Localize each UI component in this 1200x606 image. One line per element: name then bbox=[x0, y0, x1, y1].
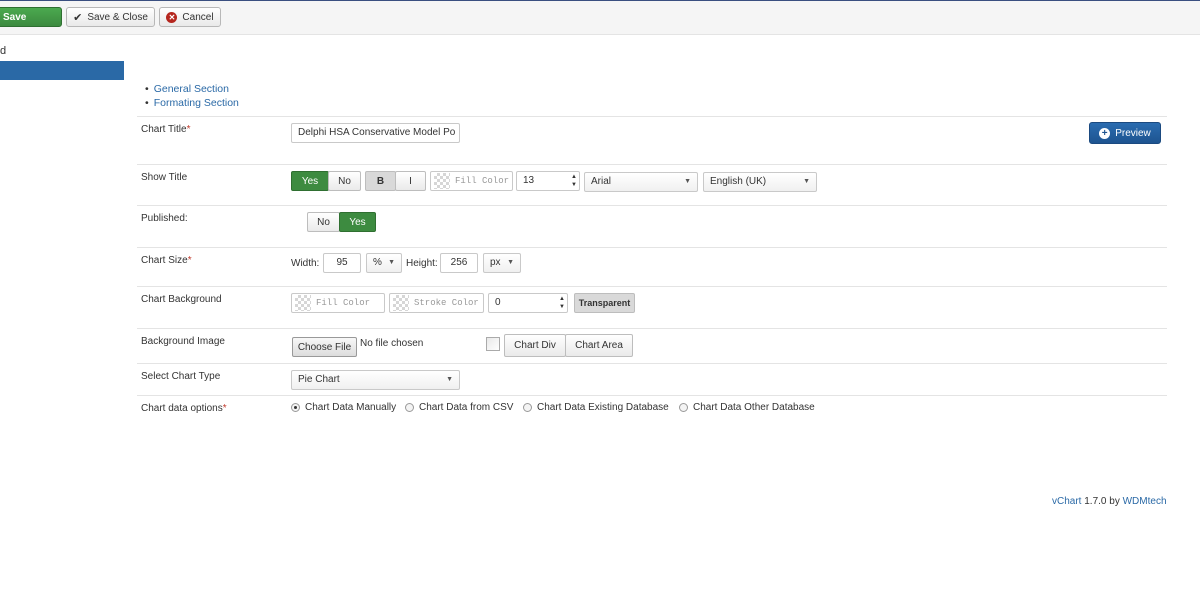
choose-file-button[interactable]: Choose File bbox=[292, 337, 357, 357]
check-icon: ✔ bbox=[73, 11, 83, 24]
vendor-link[interactable]: WDMtech bbox=[1123, 496, 1167, 507]
chevron-down-icon: ▼ bbox=[684, 178, 691, 185]
sidebar-item-text[interactable]: d bbox=[0, 45, 6, 57]
font-size-value: 13 bbox=[523, 175, 535, 186]
save-close-label: Save & Close bbox=[87, 11, 148, 23]
sidebar-item-active[interactable] bbox=[0, 61, 124, 80]
width-input[interactable]: 95 bbox=[323, 253, 361, 273]
transparent-button[interactable]: Transparent bbox=[574, 293, 635, 313]
row-divider bbox=[137, 116, 1167, 117]
save-label: Save bbox=[3, 11, 27, 23]
width-label: Width: bbox=[291, 258, 320, 269]
footer-credit: vChart 1.7.0 by WDMtech bbox=[1052, 496, 1167, 507]
height-unit-value: px bbox=[490, 257, 501, 268]
general-section-link[interactable]: General Section bbox=[154, 83, 229, 95]
published-yes-button[interactable]: Yes bbox=[339, 212, 376, 232]
height-label: Height: bbox=[406, 258, 438, 269]
chevron-down-icon: ▼ bbox=[507, 259, 514, 266]
spinner-icon[interactable]: ▲ ▼ bbox=[559, 295, 565, 311]
show-title-no-button[interactable]: No bbox=[328, 171, 361, 191]
stroke-width-value: 0 bbox=[495, 297, 501, 308]
no-file-text: No file chosen bbox=[360, 338, 424, 349]
chart-type-select[interactable]: Pie Chart ▼ bbox=[291, 370, 460, 390]
italic-button[interactable]: I bbox=[395, 171, 426, 191]
cancel-button[interactable]: ✕ Cancel bbox=[159, 7, 221, 27]
save-button[interactable]: Save bbox=[0, 7, 62, 27]
language-select[interactable]: English (UK) ▼ bbox=[703, 172, 817, 192]
height-input[interactable]: 256 bbox=[440, 253, 478, 273]
chart-size-label: Chart Size* bbox=[141, 255, 192, 266]
formating-section-link[interactable]: Formating Section bbox=[154, 97, 239, 109]
color-swatch-icon bbox=[295, 295, 311, 311]
fill-color-placeholder: Fill Color bbox=[455, 176, 510, 186]
preview-label: Preview bbox=[1115, 127, 1151, 139]
chart-background-label: Chart Background bbox=[141, 294, 222, 305]
preview-button[interactable]: + Preview bbox=[1089, 122, 1161, 144]
published-no-button[interactable]: No bbox=[307, 212, 340, 232]
font-select[interactable]: Arial ▼ bbox=[584, 172, 698, 192]
radio-data-manually[interactable]: Chart Data Manually bbox=[291, 402, 396, 413]
radio-label: Chart Data Manually bbox=[305, 402, 397, 413]
row-divider bbox=[137, 247, 1167, 248]
chart-div-button[interactable]: Chart Div bbox=[504, 334, 566, 357]
section-link-item: General Section bbox=[145, 82, 239, 96]
plus-circle-icon: + bbox=[1099, 127, 1111, 139]
row-divider bbox=[137, 164, 1167, 165]
chart-title-label: Chart Title* bbox=[141, 124, 191, 135]
radio-selected-icon bbox=[291, 403, 300, 412]
chevron-down-icon: ▼ bbox=[803, 178, 810, 185]
radio-label: Chart Data Other Database bbox=[693, 402, 815, 413]
cancel-icon: ✕ bbox=[166, 11, 178, 23]
height-unit-select[interactable]: px ▼ bbox=[483, 253, 521, 273]
chart-area-button[interactable]: Chart Area bbox=[565, 334, 633, 357]
radio-data-other-db[interactable]: Chart Data Other Database bbox=[679, 402, 815, 413]
chevron-down-icon: ▼ bbox=[388, 259, 395, 266]
toolbar: Save ✔ Save & Close ✕ Cancel bbox=[0, 1, 1200, 35]
stroke-width-input[interactable]: 0 ▲ ▼ bbox=[488, 293, 568, 313]
stroke-color-placeholder: Stroke Color bbox=[414, 298, 479, 308]
fill-color-placeholder: Fill Color bbox=[316, 298, 371, 308]
font-value: Arial bbox=[591, 176, 612, 187]
version-text: 1.7.0 by bbox=[1084, 496, 1120, 507]
row-divider bbox=[137, 395, 1167, 396]
section-link-item: Formating Section bbox=[145, 96, 239, 110]
chart-type-value: Pie Chart bbox=[298, 374, 340, 385]
row-divider bbox=[137, 286, 1167, 287]
radio-data-existing-db[interactable]: Chart Data Existing Database bbox=[523, 402, 669, 413]
bold-button[interactable]: B bbox=[365, 171, 396, 191]
show-title-label: Show Title bbox=[141, 172, 188, 183]
width-unit-value: % bbox=[373, 257, 382, 268]
background-fill-color-input[interactable]: Fill Color bbox=[291, 293, 385, 313]
stroke-color-input[interactable]: Stroke Color bbox=[389, 293, 484, 313]
chevron-down-icon: ▼ bbox=[446, 376, 453, 383]
radio-icon bbox=[679, 403, 688, 412]
color-swatch-icon bbox=[393, 295, 409, 311]
row-divider bbox=[137, 328, 1167, 329]
radio-icon bbox=[523, 403, 532, 412]
radio-label: Chart Data from CSV bbox=[419, 402, 514, 413]
row-divider bbox=[137, 363, 1167, 364]
background-image-label: Background Image bbox=[141, 336, 225, 347]
chart-title-input[interactable]: Delphi HSA Conservative Model Po bbox=[291, 123, 460, 143]
published-label: Published: bbox=[141, 213, 188, 224]
font-size-input[interactable]: 13 ▲ ▼ bbox=[516, 171, 580, 191]
data-options-label: Chart data options* bbox=[141, 403, 227, 414]
cancel-label: Cancel bbox=[182, 11, 214, 23]
save-close-button[interactable]: ✔ Save & Close bbox=[66, 7, 155, 27]
show-title-yes-button[interactable]: Yes bbox=[291, 171, 329, 191]
language-value: English (UK) bbox=[710, 176, 767, 187]
section-links: General Section Formating Section bbox=[145, 82, 239, 110]
radio-data-csv[interactable]: Chart Data from CSV bbox=[405, 402, 513, 413]
radio-icon bbox=[405, 403, 414, 412]
product-link[interactable]: vChart bbox=[1052, 496, 1081, 507]
width-unit-select[interactable]: % ▼ bbox=[366, 253, 402, 273]
chart-type-label: Select Chart Type bbox=[141, 371, 221, 382]
row-divider bbox=[137, 205, 1167, 206]
radio-label: Chart Data Existing Database bbox=[537, 402, 669, 413]
color-swatch-icon bbox=[434, 173, 450, 189]
title-fill-color-input[interactable]: Fill Color bbox=[430, 171, 513, 191]
broken-image-icon bbox=[486, 337, 500, 351]
spinner-icon[interactable]: ▲ ▼ bbox=[571, 173, 577, 189]
